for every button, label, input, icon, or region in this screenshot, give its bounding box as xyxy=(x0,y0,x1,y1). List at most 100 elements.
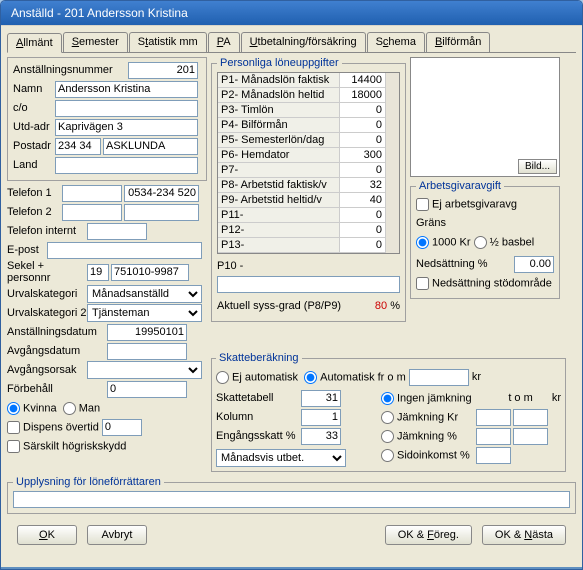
jamk-pct-input[interactable] xyxy=(476,428,511,445)
auto-date-input[interactable] xyxy=(409,369,469,386)
salary-row-label[interactable]: P1- Månadslön faktisk xyxy=(218,73,340,87)
man-radio[interactable]: Man xyxy=(63,402,100,415)
tab-bilforman[interactable]: Bilförmån xyxy=(426,32,490,52)
sekel-label: Sekel + personnr xyxy=(7,260,87,284)
forbehall-input[interactable] xyxy=(107,381,187,398)
tab-allmant[interactable]: Allmänt xyxy=(7,33,62,53)
co-label: c/o xyxy=(13,102,55,114)
p10-label: P10 - xyxy=(217,260,243,272)
anstdat-label: Anställningsdatum xyxy=(7,326,107,338)
sido-radio[interactable]: Sidoinkomst % xyxy=(381,449,476,462)
salary-row-label[interactable]: P2- Månadslön heltid xyxy=(218,88,340,102)
ingen-jamk-radio[interactable]: Ingen jämkning xyxy=(381,392,500,405)
ej-arbgiv-check[interactable]: Ej arbetsgivaravg xyxy=(416,198,517,211)
salary-row-value[interactable]: 0 xyxy=(340,223,385,237)
kr-label: kr xyxy=(472,371,481,383)
sarskilt-check[interactable]: Särskilt högriskskydd xyxy=(7,440,126,453)
jamk-pct-tom-input[interactable] xyxy=(513,428,548,445)
jamk-kr-input[interactable] xyxy=(476,409,511,426)
salary-row-label[interactable]: P5- Semesterlön/dag xyxy=(218,133,340,147)
salary-row-value[interactable]: 0 xyxy=(340,238,385,252)
bild-button[interactable]: Bild... xyxy=(518,159,557,174)
tab-statistik[interactable]: Statistik mm xyxy=(129,32,207,52)
salary-row-value[interactable]: 0 xyxy=(340,103,385,117)
jamk-kr-tom-input[interactable] xyxy=(513,409,548,426)
jamk-pct-radio[interactable]: Jämkning % xyxy=(381,430,476,443)
pnr-input[interactable] xyxy=(111,264,189,281)
ej-auto-radio[interactable]: Ej automatisk xyxy=(216,371,298,384)
sekel-input[interactable] xyxy=(87,264,109,281)
urval2-select[interactable]: Tjänsteman xyxy=(87,304,202,322)
foreg-button[interactable]: OK & Föreg. xyxy=(385,525,472,545)
tab-utbetalning[interactable]: Utbetalning/försäkring xyxy=(241,32,366,52)
tel1a-input[interactable] xyxy=(62,185,122,202)
tab-pa[interactable]: PA xyxy=(208,32,240,52)
grans-basbel-radio[interactable]: ½ basbel xyxy=(474,236,535,249)
tel1b-input[interactable] xyxy=(124,185,199,202)
avgdat-input[interactable] xyxy=(107,343,187,360)
salary-row-value[interactable]: 32 xyxy=(340,178,385,192)
land-label: Land xyxy=(13,159,55,171)
dispens-check[interactable]: Dispens övertid xyxy=(7,421,99,434)
arbgiv-legend: Arbetsgivaravgift xyxy=(416,180,504,192)
salary-row-value[interactable]: 300 xyxy=(340,148,385,162)
salary-legend: Personliga löneuppgifter xyxy=(217,57,342,69)
upplys-input[interactable] xyxy=(13,491,570,508)
postort-input[interactable] xyxy=(103,138,198,155)
grans-1000kr-radio[interactable]: 1000 Kr xyxy=(416,236,471,249)
salary-row-label[interactable]: P7- xyxy=(218,163,340,177)
salary-row-value[interactable]: 40 xyxy=(340,193,385,207)
kvinna-radio[interactable]: Kvinna xyxy=(7,402,57,415)
land-input[interactable] xyxy=(55,157,198,174)
salary-row-value[interactable]: 0 xyxy=(340,118,385,132)
tab-semester[interactable]: Semester xyxy=(63,32,128,52)
urval1-select[interactable]: Månadsanställd xyxy=(87,285,202,303)
anst-nr-input[interactable] xyxy=(128,62,198,79)
salary-row-label[interactable]: P6- Hemdator xyxy=(218,148,340,162)
salary-row-label[interactable]: P9- Arbetstid heltid/v xyxy=(218,193,340,207)
tel2a-input[interactable] xyxy=(62,204,122,221)
telint-input[interactable] xyxy=(87,223,147,240)
aktuell-value: 80 xyxy=(375,300,387,312)
salary-row-value[interactable]: 0 xyxy=(340,133,385,147)
neds-input[interactable] xyxy=(514,256,554,273)
auto-radio[interactable]: Automatisk fr o m xyxy=(304,371,406,384)
avbryt-button[interactable]: Avbryt xyxy=(87,525,147,545)
stod-check[interactable]: Nedsättning stödområde xyxy=(416,277,552,290)
salary-scrollbar[interactable] xyxy=(385,73,399,253)
jamk-kr-radio[interactable]: Jämkning Kr xyxy=(381,411,476,424)
nasta-button[interactable]: OK & Nästa xyxy=(482,525,566,545)
salary-row-value[interactable]: 18000 xyxy=(340,88,385,102)
neds-label: Nedsättning % xyxy=(416,258,514,270)
namn-input[interactable] xyxy=(55,81,198,98)
tel2b-input[interactable] xyxy=(124,204,199,221)
salary-row-value[interactable]: 14400 xyxy=(340,73,385,87)
salary-row-label[interactable]: P4- Bilförmån xyxy=(218,118,340,132)
postadr-label: Postadr xyxy=(13,140,55,152)
postnr-input[interactable] xyxy=(55,138,101,155)
salary-row-label[interactable]: P12- xyxy=(218,223,340,237)
salary-row-value[interactable]: 0 xyxy=(340,163,385,177)
anstdat-input[interactable] xyxy=(107,324,187,341)
avgorsak-select[interactable] xyxy=(87,361,202,379)
dispens-input[interactable] xyxy=(102,419,142,436)
utdadr-label: Utd-adr xyxy=(13,121,55,133)
epost-input[interactable] xyxy=(47,242,202,259)
utbet-select[interactable]: Månadsvis utbet. xyxy=(216,449,346,467)
salary-row-label[interactable]: P13- xyxy=(218,238,340,252)
kolumn-input[interactable] xyxy=(301,409,341,426)
salary-row-label[interactable]: P8- Arbetstid faktisk/v xyxy=(218,178,340,192)
utdadr-input[interactable] xyxy=(55,119,198,136)
ok-button[interactable]: OK xyxy=(17,525,77,545)
engang-input[interactable] xyxy=(301,428,341,445)
salary-row-value[interactable]: 0 xyxy=(340,208,385,222)
tab-schema[interactable]: Schema xyxy=(367,32,425,52)
p10-input[interactable] xyxy=(217,276,400,293)
tom-label: t o m xyxy=(508,392,532,404)
salary-row-label[interactable]: P3- Timlön xyxy=(218,103,340,117)
sido-input[interactable] xyxy=(476,447,511,464)
co-input[interactable] xyxy=(55,100,198,117)
tabell-input[interactable] xyxy=(301,390,341,407)
salary-row-label[interactable]: P11- xyxy=(218,208,340,222)
avgdat-label: Avgångsdatum xyxy=(7,345,107,357)
